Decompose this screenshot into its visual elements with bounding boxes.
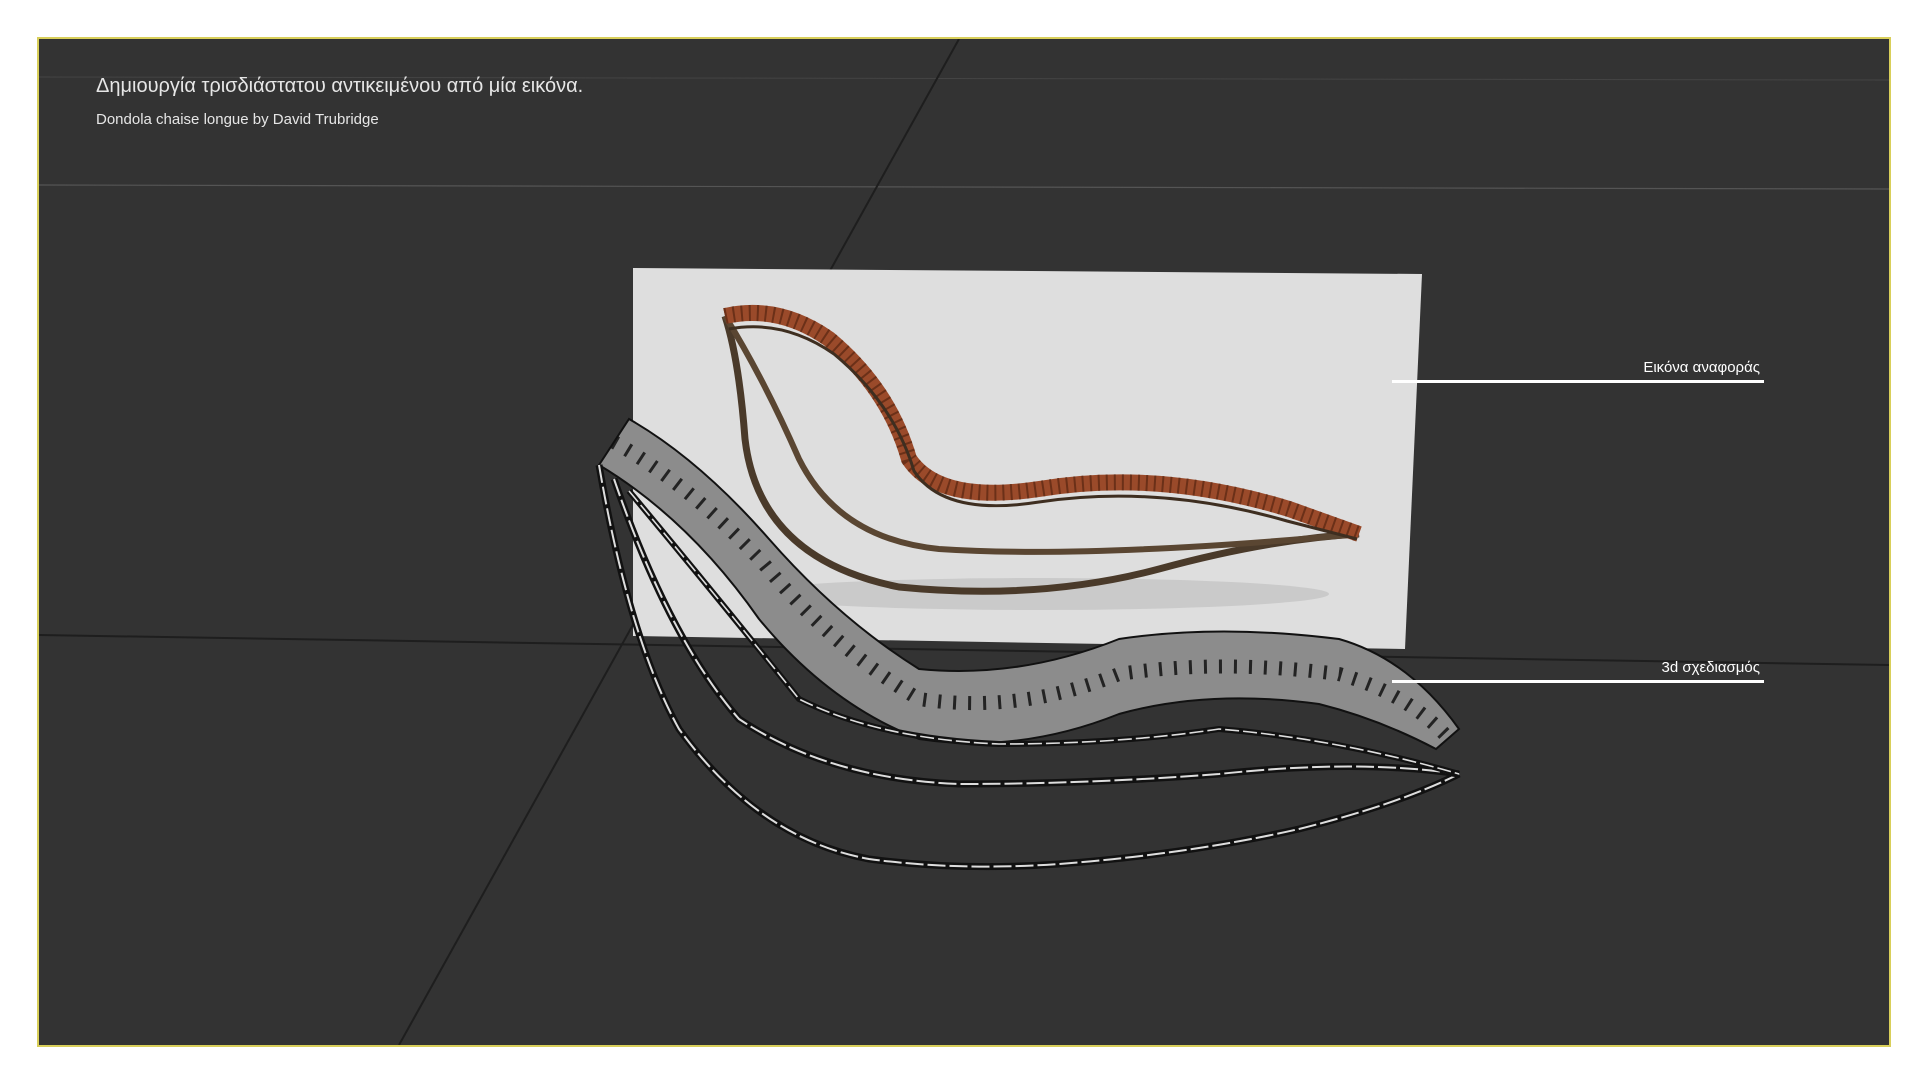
horizon-line [39, 184, 1889, 190]
reference-image-label: Εικόνα αναφοράς [1643, 359, 1760, 376]
page-title: Δημιουργία τρισδιάστατου αντικειμένου απ… [96, 75, 584, 97]
scene-canvas[interactable] [39, 39, 1889, 1045]
3d-viewport[interactable]: Δημιουργία τρισδιάστατου αντικειμένου απ… [37, 37, 1891, 1047]
page-subtitle: Dondola chaise longue by David Trubridge [96, 111, 379, 128]
model-label: 3d σχεδιασμός [1661, 659, 1761, 676]
model-leader-line [1392, 680, 1764, 683]
reference-leader-line [1392, 380, 1764, 383]
